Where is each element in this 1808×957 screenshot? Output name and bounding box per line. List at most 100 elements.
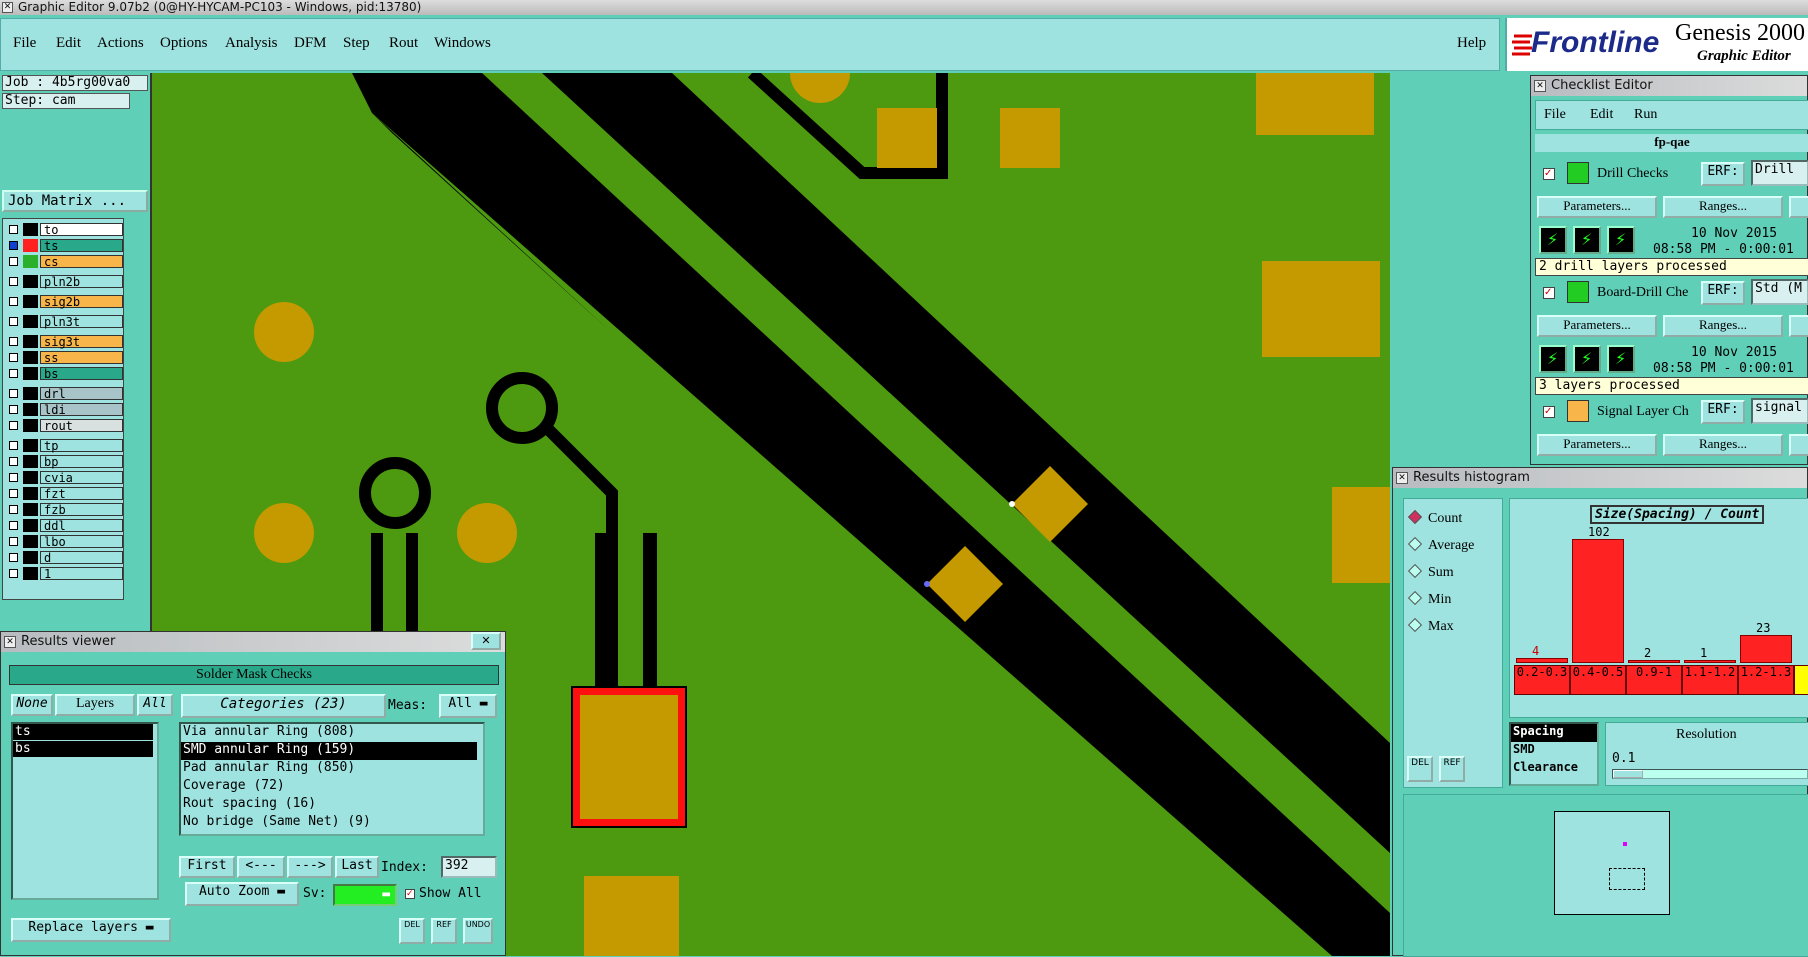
checklist-titlebar[interactable]: ✕ Checklist Editor [1531, 76, 1807, 96]
checklist-menu-run[interactable]: Run [1634, 107, 1657, 123]
parameters-button[interactable]: Parameters... [1537, 315, 1657, 337]
category-item[interactable]: Pad annular Ring (850) [181, 760, 477, 778]
hist-ref-button[interactable]: REF [1439, 756, 1465, 782]
categories-button[interactable]: Categories (23) [181, 694, 386, 718]
menu-file[interactable]: File [13, 35, 36, 52]
menu-analysis[interactable]: Analysis [225, 35, 278, 52]
layer-checkbox[interactable] [9, 553, 18, 562]
ranges-button[interactable]: Ranges... [1663, 196, 1783, 218]
results-viewer-titlebar[interactable]: ✕ Results viewer ✕ [1, 632, 505, 652]
last-button[interactable]: Last [335, 856, 379, 878]
job-matrix-button[interactable]: Job Matrix ... [2, 190, 148, 212]
layer-checkbox[interactable] [9, 389, 18, 398]
more-button[interactable] [1789, 315, 1808, 337]
erf-button[interactable]: ERF: [1701, 281, 1745, 305]
parameters-button[interactable]: Parameters... [1537, 196, 1657, 218]
menu-actions[interactable]: Actions [97, 35, 144, 52]
ref-button[interactable]: REF [431, 918, 457, 944]
layer-checkbox[interactable] [9, 457, 18, 466]
menu-step[interactable]: Step [343, 35, 370, 52]
replace-layers-dropdown[interactable]: Replace layers ▬ [11, 918, 171, 942]
layer-row-pln3t[interactable]: pln3t [5, 315, 123, 328]
layer-row-1[interactable]: 1 [5, 567, 123, 580]
layer-checkbox[interactable] [9, 473, 18, 482]
check-enable-checkbox[interactable]: ✓ [1543, 406, 1555, 418]
layer-row-cvia[interactable]: cvia [5, 471, 123, 484]
histogram-bar[interactable] [1628, 660, 1680, 663]
histogram-titlebar[interactable]: ✕ Results histogram [1393, 468, 1807, 488]
layer-row-sig3t[interactable]: sig3t [5, 335, 123, 348]
erf-value[interactable]: Drill [1751, 160, 1808, 186]
measure-item[interactable]: Spacing [1511, 724, 1597, 742]
histogram-measure-list[interactable]: Spacing SMD Clearance [1509, 722, 1599, 786]
mode-count[interactable]: Count [1407, 507, 1462, 527]
layer-row-sig2b[interactable]: sig2b [5, 295, 123, 308]
run-step-icon[interactable]: ⚡ [1607, 345, 1635, 373]
prev-button[interactable]: <--- [237, 856, 285, 878]
checklist-menu-edit[interactable]: Edit [1590, 107, 1613, 123]
next-button[interactable]: ---> [287, 856, 333, 878]
measure-item[interactable]: Clearance [1511, 760, 1597, 778]
layer-checkbox[interactable] [9, 257, 18, 266]
bin-label[interactable]: 1.1-1.2 [1682, 665, 1738, 695]
layer-checkbox[interactable] [9, 225, 18, 234]
more-button[interactable] [1789, 196, 1808, 218]
run-all-icon[interactable]: ⚡ [1573, 226, 1601, 254]
board-overview[interactable] [1403, 794, 1808, 957]
erf-button[interactable]: ERF: [1701, 400, 1745, 424]
index-input[interactable]: 392 [441, 856, 497, 878]
auto-zoom-dropdown[interactable]: Auto Zoom ▬ [185, 882, 299, 906]
layer-row-bs[interactable]: bs [5, 367, 123, 380]
meas-dropdown[interactable]: All ▬ [439, 694, 497, 718]
layer-row-ss[interactable]: ss [5, 351, 123, 364]
layer-checkbox[interactable] [9, 441, 18, 450]
bin-label[interactable]: 2- [1794, 665, 1808, 695]
layer-checkbox[interactable] [9, 241, 18, 250]
ranges-button[interactable]: Ranges... [1663, 315, 1783, 337]
menu-dfm[interactable]: DFM [294, 35, 327, 52]
check-enable-checkbox[interactable]: ✓ [1543, 168, 1555, 180]
layer-checkbox[interactable] [9, 297, 18, 306]
histogram-bar[interactable] [1516, 658, 1568, 663]
layer-row-to[interactable]: to [5, 223, 123, 236]
layer-row-drl[interactable]: drl [5, 387, 123, 400]
category-item[interactable]: Rout spacing (16) [181, 796, 477, 814]
check-status-icon[interactable] [1567, 281, 1589, 303]
more-button[interactable] [1789, 434, 1808, 456]
layer-checkbox[interactable] [9, 569, 18, 578]
bin-label[interactable]: 0.9-1 [1626, 665, 1682, 695]
histogram-bar[interactable] [1684, 660, 1736, 663]
run-step-icon[interactable]: ⚡ [1607, 226, 1635, 254]
histogram-bar[interactable] [1572, 539, 1624, 663]
layer-checkbox[interactable] [9, 405, 18, 414]
first-button[interactable]: First [179, 856, 235, 878]
category-item[interactable]: Via annular Ring (808) [181, 724, 477, 742]
erf-value[interactable]: signal [1751, 398, 1808, 424]
none-button[interactable]: None [11, 694, 53, 716]
histogram-bar[interactable] [1740, 635, 1792, 663]
layer-row-ldi[interactable]: ldi [5, 403, 123, 416]
sv-color-dropdown[interactable]: ▬ [333, 884, 397, 906]
layer-checkbox[interactable] [9, 537, 18, 546]
layer-row-d[interactable]: d [5, 551, 123, 564]
run-icon[interactable]: ⚡ [1539, 345, 1567, 373]
check-status-icon[interactable] [1567, 400, 1589, 422]
run-all-icon[interactable]: ⚡ [1573, 345, 1601, 373]
layer-row-lbo[interactable]: lbo [5, 535, 123, 548]
menu-windows[interactable]: Windows [434, 35, 491, 52]
category-item[interactable]: No bridge (Same Net) (9) [181, 814, 477, 832]
layer-checkbox[interactable] [9, 369, 18, 378]
layer-row-fzb[interactable]: fzb [5, 503, 123, 516]
mode-max[interactable]: Max [1407, 615, 1454, 635]
parameters-button[interactable]: Parameters... [1537, 434, 1657, 456]
check-enable-checkbox[interactable]: ✓ [1543, 287, 1555, 299]
ranges-button[interactable]: Ranges... [1663, 434, 1783, 456]
layer-row-cs[interactable]: cs [5, 255, 123, 268]
layer-checkbox[interactable] [9, 317, 18, 326]
layer-checkbox[interactable] [9, 353, 18, 362]
menu-options[interactable]: Options [160, 35, 208, 52]
layer-row-bp[interactable]: bp [5, 455, 123, 468]
layer-row-ddl[interactable]: ddl [5, 519, 123, 532]
result-layer-item[interactable]: bs [13, 741, 153, 757]
category-list[interactable]: Via annular Ring (808) SMD annular Ring (… [179, 722, 485, 836]
